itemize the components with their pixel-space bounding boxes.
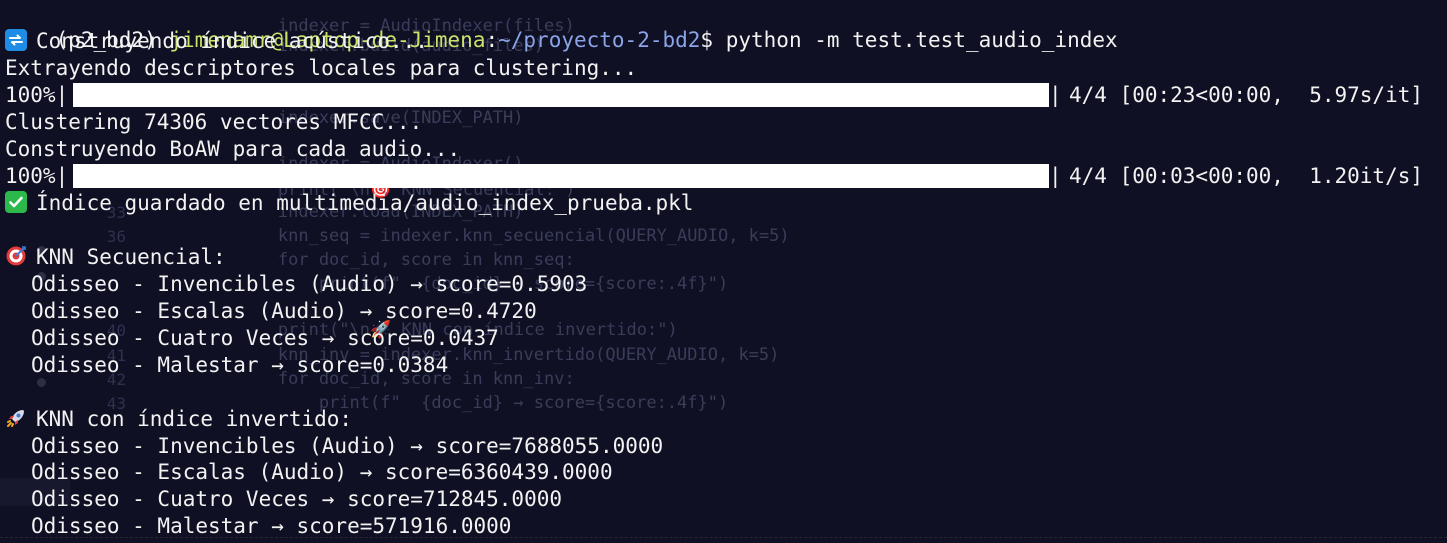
- knn-seq-result: Odisseo - Escalas (Audio) → score=0.4720: [31, 299, 537, 323]
- knn-inv-result: Odisseo - Escalas (Audio) → score=636043…: [31, 460, 613, 484]
- target-icon: [5, 245, 27, 267]
- arrows-cycle-icon: [5, 29, 27, 51]
- knn-seq-result: Odisseo - Cuatro Veces → score=0.0437: [31, 326, 499, 350]
- progress-track: [73, 164, 1049, 188]
- progress-fill: [73, 164, 1049, 188]
- knn-inv-result: Odisseo - Cuatro Veces → score=712845.00…: [31, 487, 563, 511]
- extracting-line: Extrayendo descriptores locales para clu…: [5, 56, 638, 80]
- progress-end-bar: |: [1049, 164, 1062, 188]
- progress-bar-2: 100%| | 4/4 [00:03<00:00, 1.20it/s]: [5, 163, 1445, 189]
- progress-end-bar: |: [1049, 83, 1062, 107]
- terminal-output[interactable]: (p2_bd2) jimenamr@Laptop-de-Jimena:~/pro…: [0, 0, 1447, 543]
- knn-sequential-title-text: KNN Secuencial:: [36, 245, 226, 269]
- building-index-text: Construyendo índice acústico...: [36, 29, 428, 53]
- knn-inv-result: Odisseo - Invencibles (Audio) → score=76…: [31, 434, 664, 458]
- progress-percent-label: 100%|: [5, 164, 69, 188]
- knn-inv-result: Odisseo - Malestar → score=571916.0000: [31, 514, 512, 538]
- index-saved-text: Índice guardado en multimedia/audio_inde…: [36, 191, 694, 215]
- progress-track: [73, 83, 1049, 107]
- progress-bar-1: 100%| | 4/4 [00:23<00:00, 5.97s/it]: [5, 82, 1445, 108]
- progress-stats: 4/4 [00:23<00:00, 5.97s/it]: [1069, 83, 1424, 107]
- command-text: python -m test.test_audio_index: [725, 28, 1118, 52]
- clustering-line: Clustering 74306 vectores MFCC...: [5, 110, 423, 134]
- progress-stats: 4/4 [00:03<00:00, 1.20it/s]: [1069, 164, 1424, 188]
- index-saved-line: Índice guardado en multimedia/audio_inde…: [5, 190, 693, 216]
- prompt-colon: :: [485, 28, 499, 52]
- prompt-path: ~/proyecto-2-bd2: [498, 28, 701, 52]
- rocket-icon: [5, 407, 27, 429]
- progress-fill: [73, 83, 1049, 107]
- progress-percent-label: 100%|: [5, 83, 69, 107]
- prompt-line: (p2_bd2) jimenamr@Laptop-de-Jimena:~/pro…: [5, 1, 1118, 52]
- prompt-dollar: $: [700, 28, 714, 52]
- building-index-line: Construyendo índice acústico...: [5, 28, 428, 54]
- knn-inverted-title: KNN con índice invertido:: [5, 406, 352, 432]
- boaw-line: Construyendo BoAW para cada audio...: [5, 137, 461, 161]
- check-mark-icon: [5, 191, 27, 213]
- knn-sequential-title: KNN Secuencial:: [5, 244, 226, 270]
- knn-seq-result: Odisseo - Invencibles (Audio) → score=0.…: [31, 272, 588, 296]
- knn-inverted-title-text: KNN con índice invertido:: [36, 407, 353, 431]
- knn-seq-result: Odisseo - Malestar → score=0.0384: [31, 353, 449, 377]
